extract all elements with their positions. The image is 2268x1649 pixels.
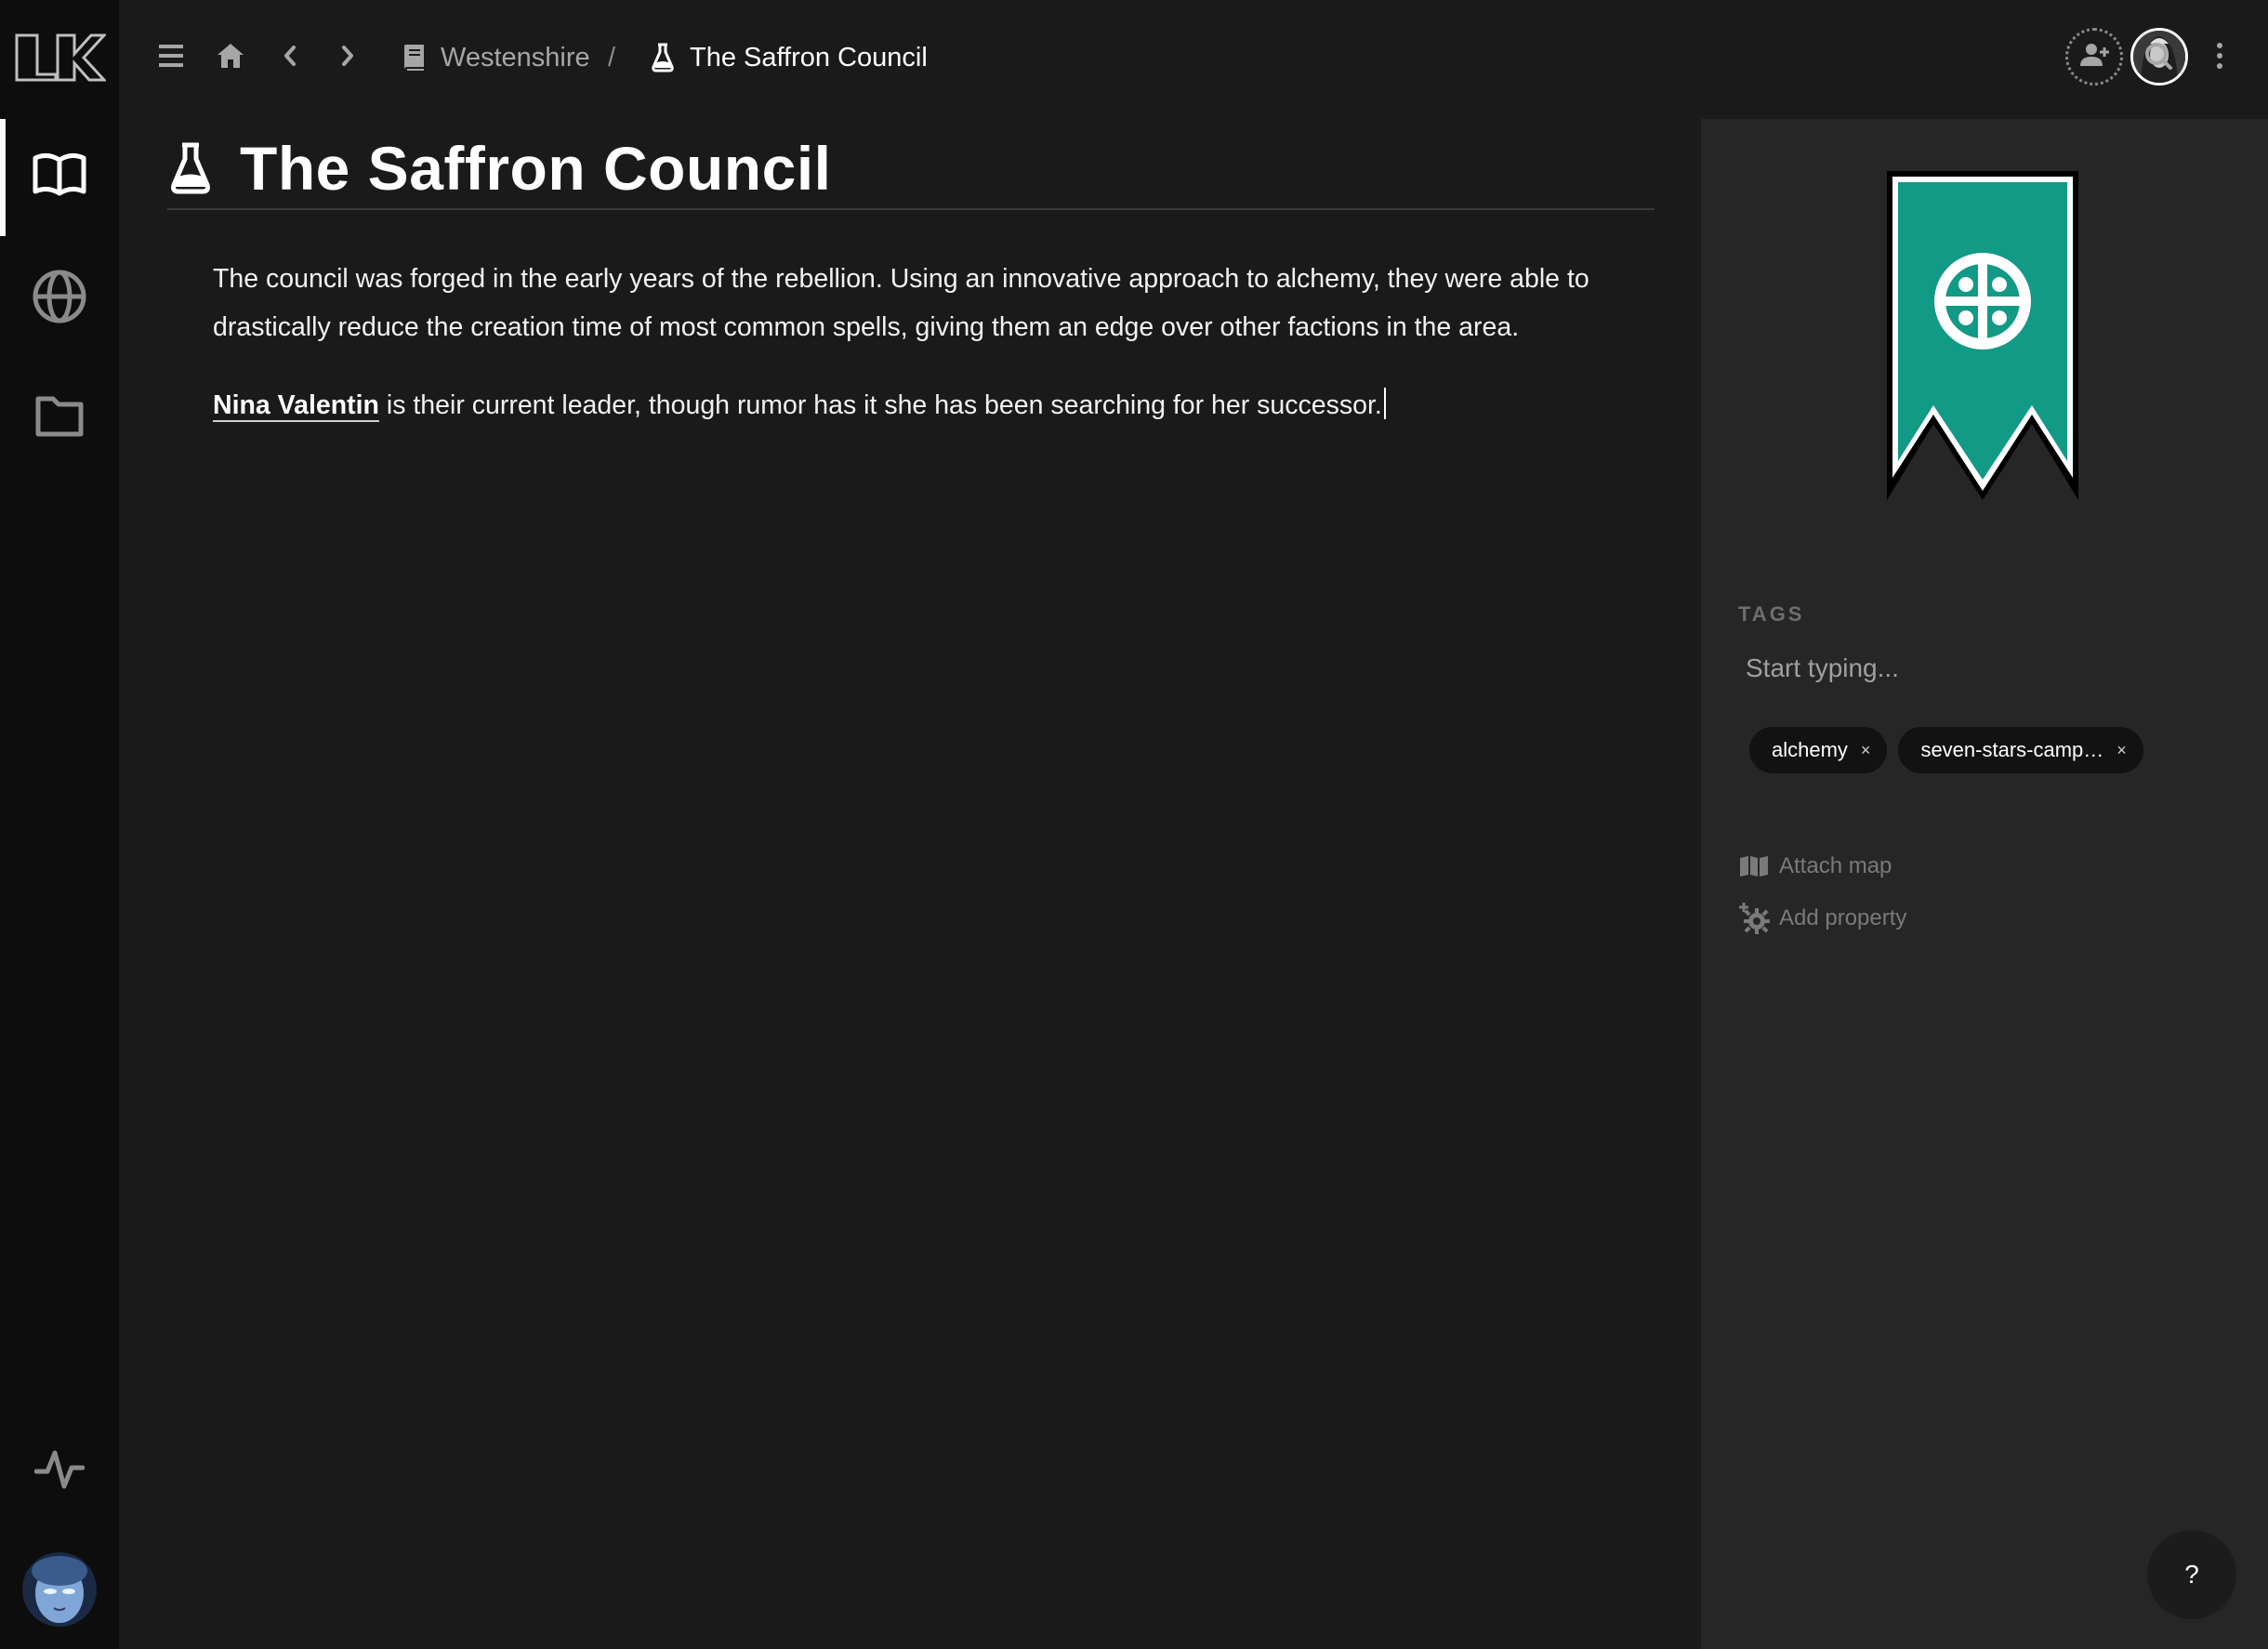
gear-plus-icon (1738, 903, 1770, 934)
book-icon (400, 42, 428, 73)
back-button[interactable] (270, 37, 310, 78)
document-body[interactable]: The council was forged in the early year… (213, 255, 1663, 459)
title-divider (167, 208, 1655, 210)
breadcrumb-current-label: The Saffron Council (690, 42, 928, 73)
open-book-icon (32, 152, 87, 204)
paragraph: Nina Valentin is their current leader, t… (213, 381, 1663, 429)
document-area: The Saffron Council The council was forg… (119, 119, 1701, 1649)
breadcrumb-parent[interactable]: Westenshire (400, 37, 590, 78)
top-bar: Westenshire / The Saffron Council (119, 0, 2268, 119)
tag-chip[interactable]: alchemy × (1749, 727, 1888, 773)
breadcrumb-current[interactable]: The Saffron Council (649, 37, 928, 78)
left-rail (0, 0, 119, 1649)
add-user-icon (2078, 42, 2110, 73)
more-vertical-icon (2215, 42, 2224, 74)
rail-item-codex[interactable] (0, 119, 119, 236)
paragraph-text: is their current leader, though rumor ha… (378, 390, 1382, 420)
hamburger-icon (157, 44, 185, 73)
user-avatar[interactable] (22, 1552, 97, 1627)
properties-panel: TAGS alchemy × seven-stars-camp… × Attac… (1701, 119, 2268, 1649)
attach-map-label: Attach map (1779, 853, 1892, 878)
chevron-left-icon (281, 44, 299, 73)
breadcrumb-separator: / (608, 43, 616, 73)
tag-label: seven-stars-camp… (1920, 738, 2104, 761)
invite-button[interactable] (2065, 28, 2123, 86)
map-icon (1738, 851, 1770, 882)
folder-icon (34, 393, 85, 442)
flask-icon (649, 42, 677, 73)
paragraph: The council was forged in the early year… (213, 264, 1589, 342)
activity-button[interactable] (0, 1413, 119, 1530)
chevron-right-icon (338, 44, 357, 73)
add-property-button[interactable]: Add property (1738, 900, 1906, 937)
home-icon (216, 42, 245, 74)
mention-link[interactable]: Nina Valentin (213, 390, 379, 422)
remove-tag-icon[interactable]: × (1861, 741, 1871, 760)
app-logo[interactable] (13, 32, 108, 84)
rail-item-files[interactable] (0, 359, 119, 476)
page-title[interactable]: The Saffron Council (240, 133, 832, 204)
add-property-label: Add property (1779, 905, 1907, 930)
rail-item-atlas[interactable] (0, 240, 119, 357)
document-header: The Saffron Council (167, 126, 1655, 210)
activity-icon (33, 1449, 86, 1495)
tag-label: alchemy (1772, 738, 1848, 761)
tag-input[interactable] (1738, 645, 2231, 692)
menu-button[interactable] (151, 37, 191, 78)
home-button[interactable] (210, 37, 251, 78)
search-button[interactable] (2138, 37, 2179, 78)
tags-heading: TAGS (1738, 602, 1805, 626)
globe-icon (32, 269, 87, 329)
attach-map-button[interactable]: Attach map (1738, 848, 1892, 885)
forward-button[interactable] (327, 37, 368, 78)
remove-tag-icon[interactable]: × (2116, 741, 2127, 760)
search-icon (2143, 41, 2173, 75)
flask-icon (167, 140, 214, 196)
faction-banner-image[interactable] (1883, 167, 2082, 504)
more-options-button[interactable] (2199, 37, 2240, 78)
tag-chip[interactable]: seven-stars-camp… × (1898, 727, 2143, 773)
breadcrumb-parent-label: Westenshire (441, 42, 590, 73)
text-cursor (1383, 388, 1386, 419)
tag-list: alchemy × seven-stars-camp… × (1749, 727, 2143, 773)
help-button[interactable]: ? (2147, 1530, 2236, 1619)
